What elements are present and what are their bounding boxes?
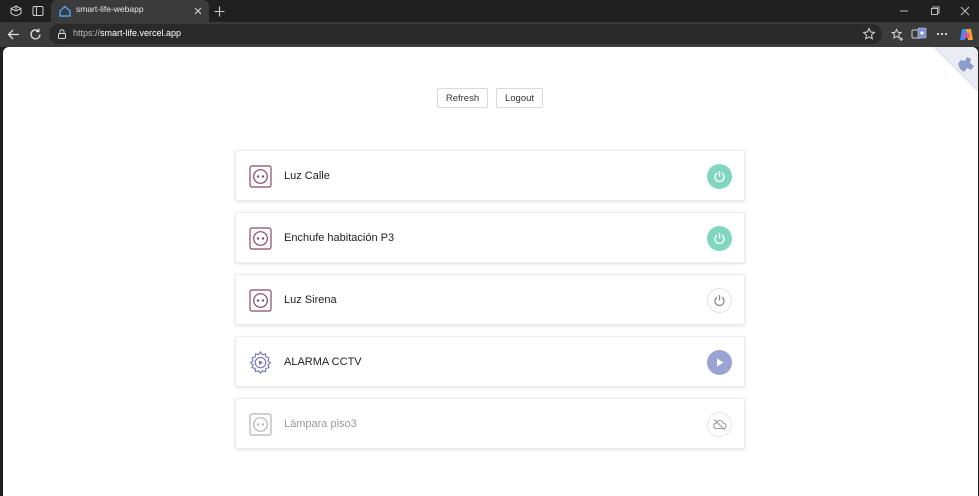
page-corner-extension-icon[interactable] (934, 47, 978, 91)
socket-icon (249, 165, 272, 188)
home-favicon-icon (59, 5, 71, 17)
tab-close-icon[interactable] (192, 5, 204, 17)
scene-gear-icon (249, 351, 272, 374)
vertical-tabs-icon[interactable] (30, 3, 46, 19)
device-name: ALARMA CCTV (284, 356, 362, 368)
power-toggle-button[interactable] (707, 226, 732, 251)
run-scene-button[interactable] (707, 350, 732, 375)
device-card: Luz Calle (235, 150, 745, 201)
socket-icon (249, 413, 272, 436)
lock-icon[interactable] (56, 28, 68, 40)
minimize-icon[interactable] (896, 3, 912, 19)
reload-icon[interactable] (27, 26, 43, 42)
restore-icon[interactable] (927, 3, 943, 19)
power-toggle-button[interactable] (707, 288, 732, 313)
logout-button[interactable]: Logout (496, 88, 543, 108)
refresh-button[interactable]: Refresh (437, 88, 488, 108)
device-card: Lámpara piso3 (235, 398, 745, 449)
device-name: Luz Sirena (284, 294, 337, 306)
power-icon (714, 295, 725, 307)
back-icon[interactable] (5, 26, 21, 42)
socket-icon (249, 227, 272, 250)
power-icon (714, 233, 725, 245)
browser-tab-strip: smart-life-webapp (0, 0, 979, 22)
device-name: Lámpara piso3 (284, 418, 357, 430)
power-icon (714, 171, 725, 183)
window-close-icon[interactable] (957, 3, 973, 19)
tab-title: smart-life-webapp (76, 4, 144, 14)
more-menu-icon[interactable] (934, 26, 950, 42)
device-name: Enchufe habitación P3 (284, 232, 395, 244)
copilot-icon[interactable] (958, 26, 974, 42)
device-name: Luz Calle (284, 170, 330, 182)
device-card: ALARMA CCTV (235, 336, 745, 387)
workspaces-icon[interactable] (8, 3, 24, 19)
url-host: smart-life.vercel.app (100, 28, 182, 38)
url-text[interactable]: https://smart-life.vercel.app (73, 28, 181, 38)
favorites-icon[interactable] (889, 26, 905, 42)
url-scheme: https:// (73, 28, 101, 38)
new-tab-icon[interactable] (211, 3, 227, 19)
extension-puzzle-icon[interactable] (911, 26, 927, 42)
page-viewport: Refresh Logout Luz Calle Enchufe habitac… (3, 47, 978, 496)
cloud-offline-icon (713, 419, 727, 431)
browser-tab[interactable]: smart-life-webapp (51, 0, 209, 22)
power-toggle-button[interactable] (707, 164, 732, 189)
socket-icon (249, 289, 272, 312)
device-card: Enchufe habitación P3 (235, 212, 745, 263)
play-icon (717, 358, 724, 367)
address-bar[interactable]: https://smart-life.vercel.app (49, 24, 882, 44)
favorite-star-icon[interactable] (862, 27, 876, 41)
offline-status-button (707, 412, 732, 437)
device-card: Luz Sirena (235, 274, 745, 325)
browser-toolbar: https://smart-life.vercel.app (0, 22, 979, 47)
